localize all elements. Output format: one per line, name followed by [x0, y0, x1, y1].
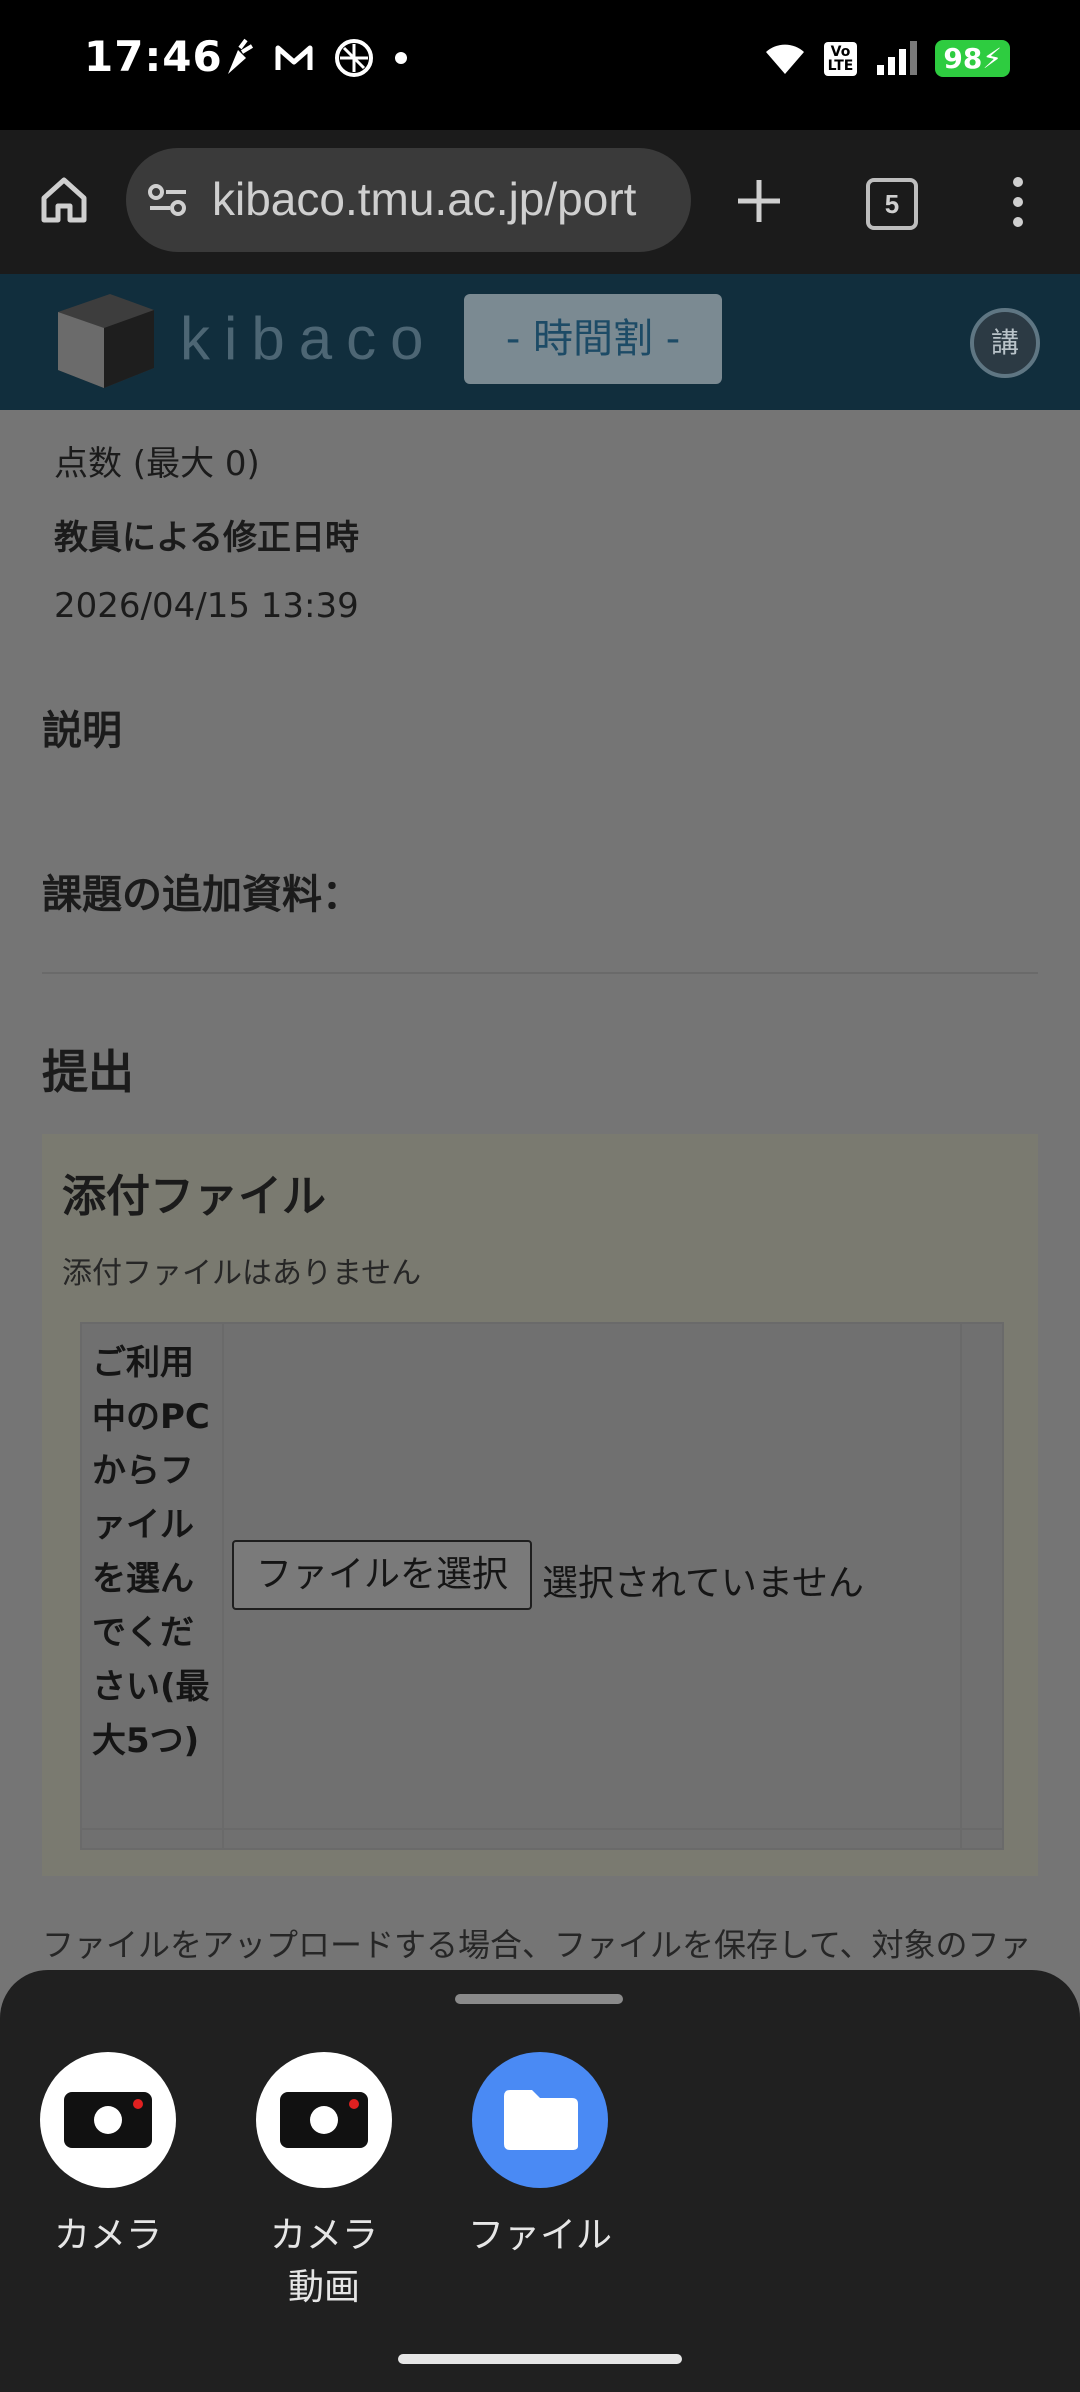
battery-level: 98 [943, 42, 983, 75]
file-option-button[interactable] [472, 2052, 608, 2188]
url-text: kibaco.tmu.ac.jp/port [212, 173, 637, 225]
camera-option-button[interactable] [40, 2052, 176, 2188]
gesture-nav-bar[interactable] [398, 2354, 682, 2364]
table-header-cell: ご利用中のPCからファイルを選んでください(最大5つ) [82, 1324, 224, 1848]
carrot-icon [228, 38, 254, 74]
description-heading: 説明 [42, 708, 122, 754]
table-cell [960, 1324, 1002, 1848]
choose-file-button[interactable]: ファイルを選択 [232, 1540, 532, 1610]
no-file-selected-text: 選択されていません [542, 1563, 864, 1604]
logo-text: kibaco [180, 305, 438, 372]
dot-icon [395, 52, 407, 64]
table-row [82, 1828, 1002, 1848]
attachments-heading: 添付ファイル [62, 1171, 326, 1222]
modified-label: 教員による修正日時 [54, 518, 359, 558]
camera-video-option-button[interactable] [256, 2052, 392, 2188]
choose-from-pc-label: ご利用中のPCからファイルを選んでください(最大5つ) [92, 1343, 210, 1761]
submission-heading: 提出 [42, 1045, 134, 1099]
no-attachments-text: 添付ファイルはありません [62, 1256, 422, 1291]
site-header: kibaco - 時間割 - 講 [0, 274, 1080, 410]
status-time: 17:46 [84, 32, 223, 81]
status-bar: 17:46 Vo LTE 98⚡ [0, 0, 1080, 130]
site-settings-icon[interactable] [146, 182, 190, 218]
camera-video-icon [280, 2092, 368, 2148]
divider [42, 972, 1038, 974]
timetable-button[interactable]: - 時間割 - [464, 294, 722, 384]
file-option-label: ファイル [467, 2215, 612, 2256]
signal-icon [877, 40, 918, 75]
camera-icon [64, 2092, 152, 2148]
additional-materials-heading: 課題の追加資料： [42, 872, 362, 918]
home-icon[interactable] [38, 174, 90, 226]
upload-note: ファイルをアップロードする場合、ファイルを保存して、対象のファ [42, 1926, 1032, 1964]
camera-video-option-label: カメラ 動画 [269, 2215, 378, 2308]
avatar[interactable]: 講 [970, 308, 1040, 378]
vpn-icon [335, 39, 373, 77]
volte-icon: Vo LTE [823, 41, 858, 76]
wifi-icon [765, 44, 804, 74]
camera-option-label: カメラ [53, 2215, 162, 2256]
kibaco-logo-icon[interactable] [54, 292, 158, 392]
address-bar[interactable]: kibaco.tmu.ac.jp/port [126, 148, 691, 252]
new-tab-icon[interactable] [736, 178, 782, 224]
browser-toolbar: kibaco.tmu.ac.jp/port 5 [0, 130, 1080, 274]
sheet-drag-handle[interactable] [455, 1994, 623, 2004]
modified-date: 2026/04/15 13:39 [54, 586, 359, 626]
battery-icon: 98⚡ [935, 40, 1010, 77]
gmail-icon [275, 45, 313, 70]
tab-switcher-button[interactable]: 5 [866, 178, 918, 230]
score-label: 点数 (最大 0) [54, 444, 260, 484]
folder-icon [504, 2090, 578, 2150]
more-menu-icon[interactable] [1008, 174, 1028, 230]
